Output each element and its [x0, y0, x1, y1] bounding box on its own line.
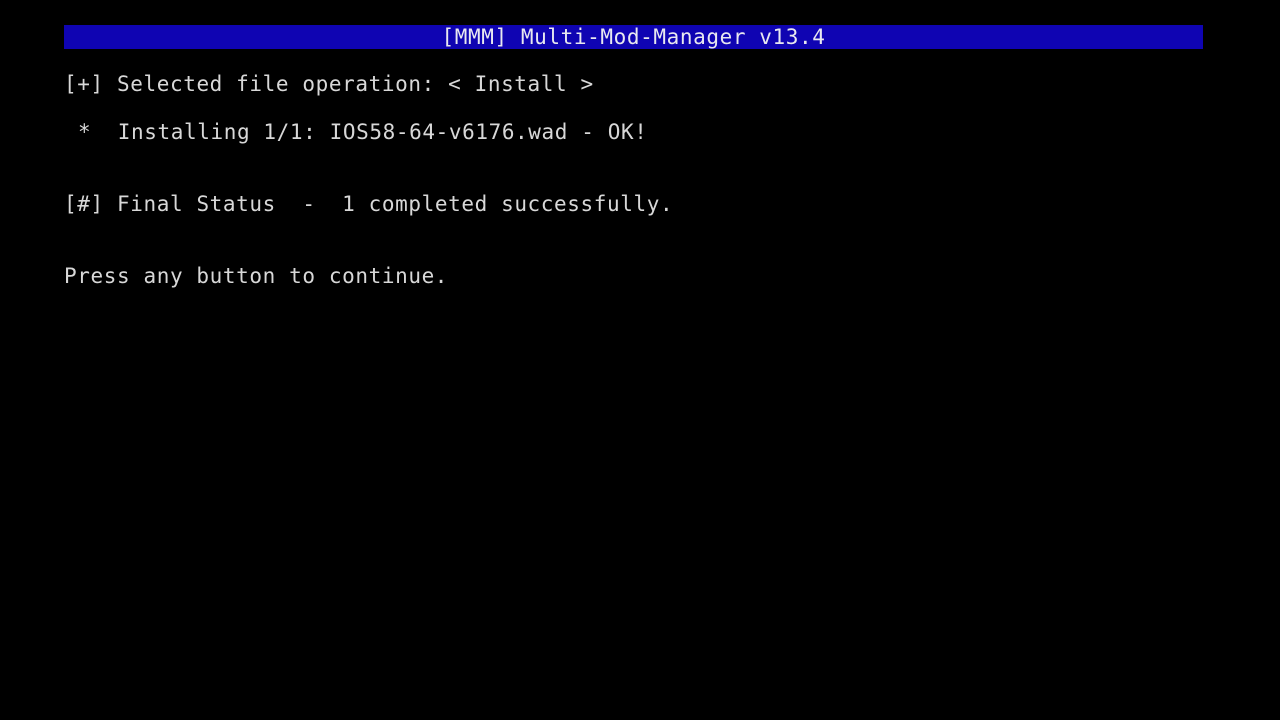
- final-status-message: 1 completed successfully.: [342, 192, 674, 216]
- install-result: OK!: [607, 120, 648, 144]
- install-progress-label: Installing 1/1:: [117, 120, 317, 144]
- final-status-line: [#] Final Status - 1 completed successfu…: [64, 191, 673, 217]
- operation-line: [+] Selected file operation: < Install >: [64, 71, 594, 97]
- operation-prev-arrow[interactable]: <: [448, 72, 461, 96]
- final-status-separator: -: [302, 192, 316, 216]
- continue-prompt: Press any button to continue.: [64, 264, 449, 288]
- install-separator: -: [581, 120, 595, 144]
- final-status-label: Final Status: [116, 192, 276, 216]
- console-screen: [MMM] Multi-Mod-Manager v13.4 [+] Select…: [0, 0, 1280, 720]
- install-progress-line: * Installing 1/1: IOS58-64-v6176.wad - O…: [78, 119, 648, 145]
- final-status-prefix: [#]: [64, 192, 104, 216]
- title-bar: [MMM] Multi-Mod-Manager v13.4: [64, 25, 1203, 49]
- operation-prefix: [+]: [64, 72, 104, 96]
- operation-value[interactable]: Install: [475, 72, 568, 96]
- operation-label: Selected file operation:: [116, 72, 435, 96]
- install-filename: IOS58-64-v6176.wad: [329, 120, 569, 144]
- app-title: [MMM] Multi-Mod-Manager v13.4: [441, 25, 826, 49]
- operation-next-arrow[interactable]: >: [581, 72, 594, 96]
- bullet-icon: *: [78, 120, 92, 144]
